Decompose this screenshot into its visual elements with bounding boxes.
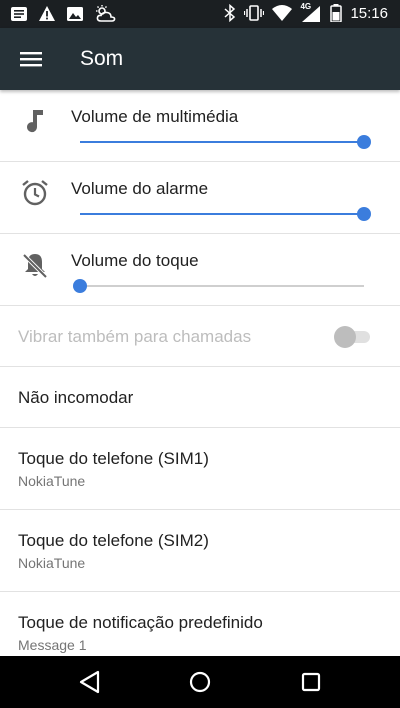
alarm-volume-slider[interactable] [80,207,371,221]
signal-icon [302,6,321,22]
slider-fill [80,213,364,215]
media-volume-label: Volume de multimédia [71,107,239,126]
ringtone-sim2-label: Toque do telefone (SIM2) [18,531,209,550]
app-bar: Som [0,28,400,90]
vibrate-for-calls-row: Vibrar também para chamadas [0,306,400,367]
vibrate-for-calls-toggle[interactable] [334,326,370,348]
settings-list: Volume de multimédia Volume do alarme Vo [0,90,400,656]
status-time: 15:16 [350,4,388,22]
status-left-icons [10,5,118,23]
alarm-volume-row: Volume do alarme [0,162,400,234]
ringtone-sim2-row[interactable]: Toque do telefone (SIM2) NokiaTune [0,510,400,592]
bluetooth-icon [224,4,236,22]
notification-sound-label: Toque de notificação predefinido [18,613,263,632]
page-title: Som [80,47,124,70]
do-not-disturb-row[interactable]: Não incomodar [0,367,400,428]
status-bar: 4G 15:16 [0,0,400,28]
toggle-knob [334,326,356,348]
ringer-volume-row: Volume do toque [0,234,400,306]
wifi-icon [272,5,293,21]
alarm-volume-label: Volume do alarme [71,179,209,198]
vibrate-for-calls-label: Vibrar também para chamadas [18,327,252,346]
slider-fill [80,141,364,143]
home-icon[interactable] [186,668,214,696]
battery-icon [330,4,343,22]
ringer-volume-slider[interactable] [73,279,364,293]
navigation-bar [0,656,400,708]
back-icon[interactable] [76,668,104,696]
media-volume-slider[interactable] [80,135,371,149]
media-volume-row: Volume de multimédia [0,90,400,162]
ringtone-sim1-row[interactable]: Toque do telefone (SIM1) NokiaTune [0,428,400,510]
do-not-disturb-label: Não incomodar [18,388,134,407]
news-icon [11,7,27,21]
notification-sound-value: Message 1 [18,637,87,653]
alarm-clock-icon [22,180,48,206]
ringtone-sim1-label: Toque do telefone (SIM1) [18,449,209,468]
warning-icon [39,6,55,21]
recent-apps-icon[interactable] [297,668,325,696]
ringtone-sim2-value: NokiaTune [18,555,86,571]
weather-icon [96,5,116,22]
slider-thumb[interactable] [73,279,87,293]
image-icon [67,7,83,21]
status-right-icons: 4G 15:16 [224,2,388,22]
signal-indicator: 4G [300,2,322,22]
hamburger-menu-icon[interactable] [20,50,42,68]
notification-sound-row[interactable]: Toque de notificação predefinido Message… [0,592,400,656]
slider-thumb[interactable] [357,135,371,149]
slider-thumb[interactable] [357,207,371,221]
slider-track [80,285,364,287]
music-note-icon [27,110,43,133]
ringer-volume-label: Volume do toque [71,251,199,270]
vibrate-icon [244,5,265,21]
ringtone-sim1-value: NokiaTune [18,473,86,489]
bell-off-icon [22,253,48,279]
